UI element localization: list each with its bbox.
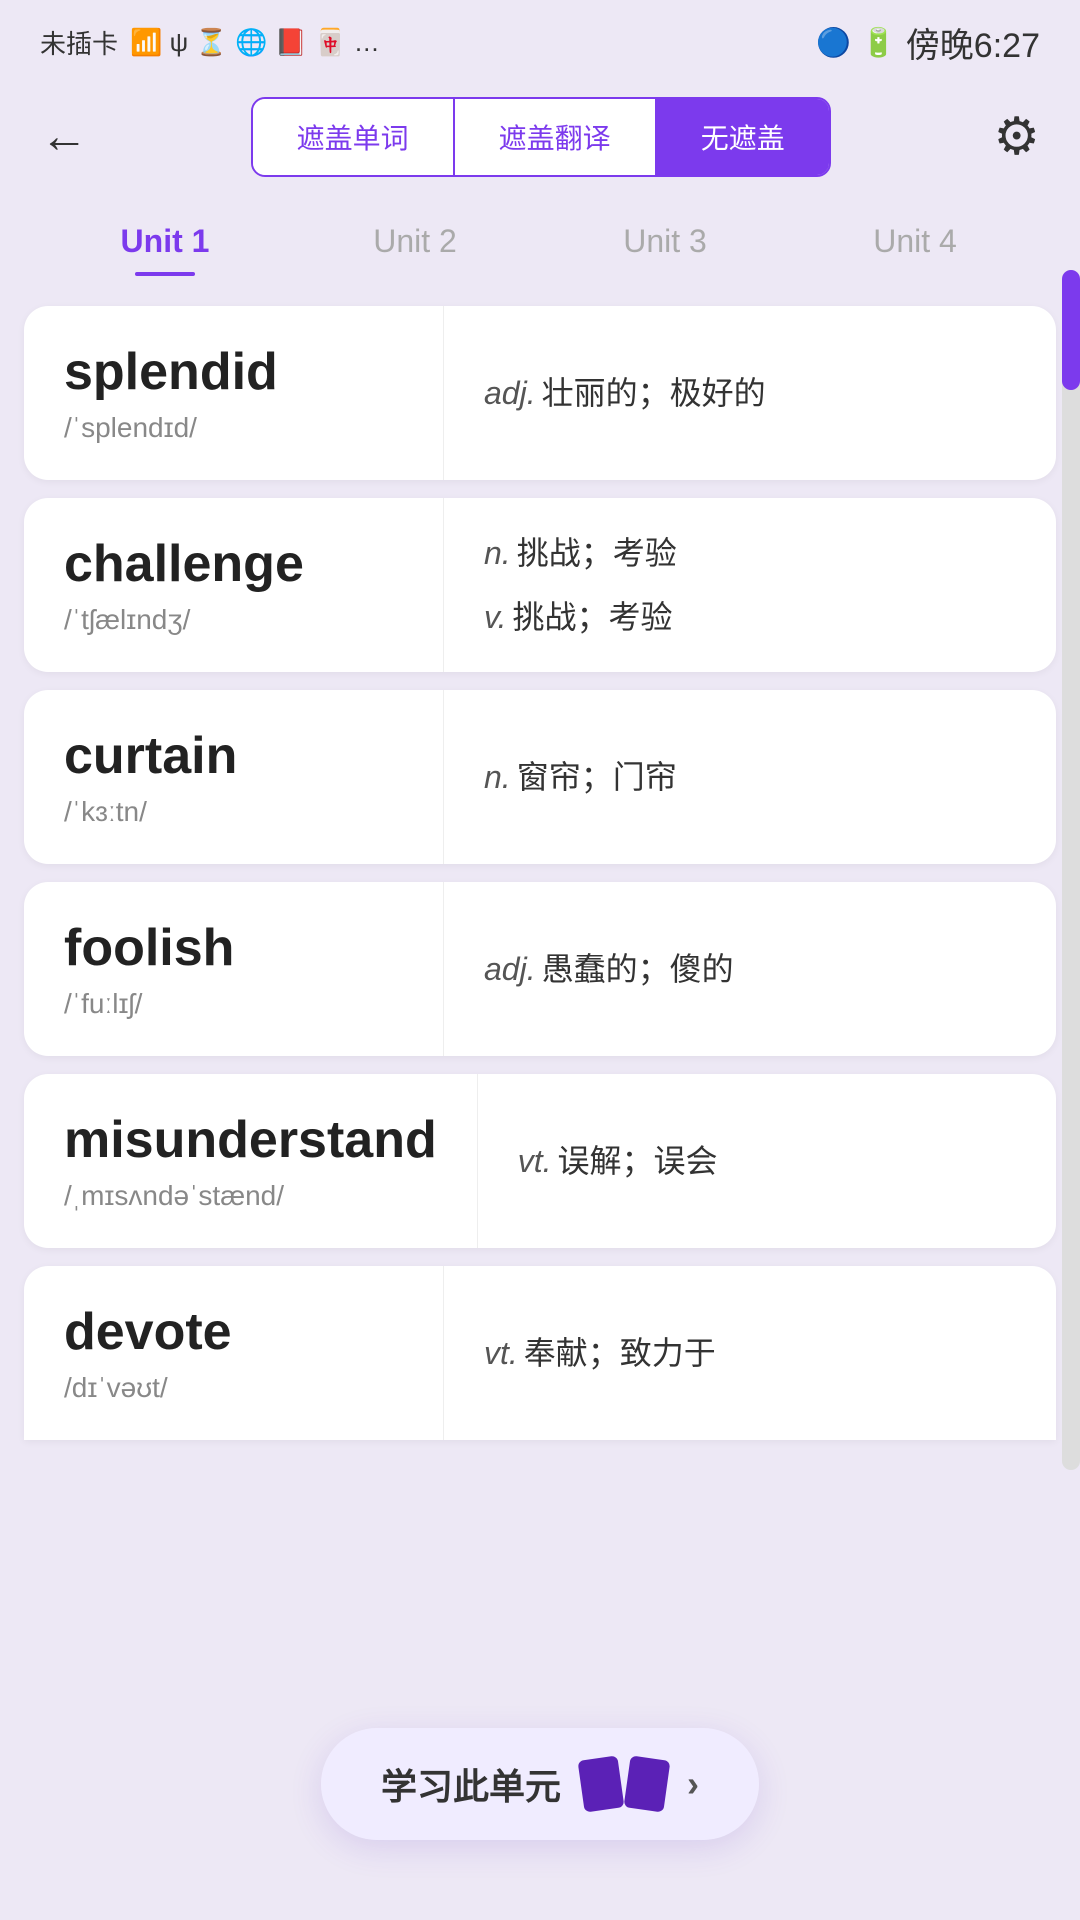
meaning-challenge-0: 挑战；考验 <box>517 535 677 571</box>
scroll-track[interactable] <box>1062 270 1080 1470</box>
back-button[interactable]: ← <box>40 113 88 161</box>
word-phonetic-splendid: /ˈsplendɪd/ <box>64 412 403 444</box>
status-right: 🔵 🔋 傍晚6:27 <box>816 18 1040 67</box>
word-def-challenge-0: n.挑战；考验 <box>484 529 1016 577</box>
study-icon-card-right <box>624 1755 671 1812</box>
scroll-thumb <box>1062 270 1080 390</box>
word-right-challenge: n.挑战；考验 v.挑战；考验 <box>444 498 1056 672</box>
word-text-foolish: foolish <box>64 918 403 978</box>
pos-devote-0: vt. <box>484 1335 518 1371</box>
word-card-curtain: curtain /ˈkɜːtn/ n.窗帘；门帘 <box>24 690 1056 864</box>
word-def-devote-0: vt.奉献；致力于 <box>484 1329 1016 1377</box>
word-left-splendid: splendid /ˈsplendɪd/ <box>24 306 444 480</box>
word-phonetic-misunderstand: /ˌmɪsʌndəˈstænd/ <box>64 1180 437 1212</box>
pos-challenge-1: v. <box>484 599 507 635</box>
word-left-foolish: foolish /ˈfuːlɪʃ/ <box>24 882 444 1056</box>
word-phonetic-curtain: /ˈkɜːtn/ <box>64 796 403 828</box>
meaning-curtain-0: 窗帘；门帘 <box>517 759 677 795</box>
study-unit-label: 学习此单元 <box>381 1758 561 1810</box>
meaning-challenge-1: 挑战；考验 <box>513 599 673 635</box>
word-card-foolish: foolish /ˈfuːlɪʃ/ adj.愚蠢的；傻的 <box>24 882 1056 1056</box>
study-icon-card-left <box>578 1755 625 1812</box>
study-arrow-icon: › <box>687 1763 699 1805</box>
word-right-misunderstand: vt.误解；误会 <box>478 1074 1056 1248</box>
word-card-misunderstand: misunderstand /ˌmɪsʌndəˈstænd/ vt.误解；误会 <box>24 1074 1056 1248</box>
word-right-foolish: adj.愚蠢的；傻的 <box>444 882 1056 1056</box>
top-bar: ← 遮盖单词 遮盖翻译 无遮盖 ⚙ <box>0 77 1080 197</box>
tab-unit3[interactable]: Unit 3 <box>540 207 790 276</box>
status-time: 傍晚6:27 <box>906 18 1040 67</box>
word-right-curtain: n.窗帘；门帘 <box>444 690 1056 864</box>
word-text-misunderstand: misunderstand <box>64 1110 437 1170</box>
study-unit-button[interactable]: 学习此单元 › <box>321 1728 759 1840</box>
word-left-misunderstand: misunderstand /ˌmɪsʌndəˈstænd/ <box>24 1074 478 1248</box>
meaning-splendid-0: 壮丽的；极好的 <box>542 375 766 411</box>
word-card-devote: devote /dɪˈvəʊt/ vt.奉献；致力于 <box>24 1266 1056 1440</box>
tab-unit1[interactable]: Unit 1 <box>40 207 290 276</box>
unit-tabs: Unit 1 Unit 2 Unit 3 Unit 4 <box>0 197 1080 306</box>
status-left: 未插卡 📶 ψ ⏳ 🌐 📕 🀄 … <box>40 24 380 61</box>
study-button-container: 学习此单元 › <box>321 1728 759 1840</box>
settings-button[interactable]: ⚙ <box>993 107 1040 167</box>
tab-unit4[interactable]: Unit 4 <box>790 207 1040 276</box>
status-bar: 未插卡 📶 ψ ⏳ 🌐 📕 🀄 … 🔵 🔋 傍晚6:27 <box>0 0 1080 77</box>
word-phonetic-challenge: /ˈtʃælɪndʒ/ <box>64 604 403 636</box>
cover-word-button[interactable]: 遮盖单词 <box>253 99 455 175</box>
word-def-curtain-0: n.窗帘；门帘 <box>484 753 1016 801</box>
pos-misunderstand-0: vt. <box>518 1143 552 1179</box>
word-left-challenge: challenge /ˈtʃælɪndʒ/ <box>24 498 444 672</box>
word-text-devote: devote <box>64 1302 403 1362</box>
battery-icon: 🔋 <box>861 26 896 59</box>
status-icons: 📶 ψ ⏳ 🌐 📕 🀄 … <box>130 27 380 58</box>
word-left-devote: devote /dɪˈvəʊt/ <box>24 1266 444 1440</box>
meaning-foolish-0: 愚蠢的；傻的 <box>542 951 734 987</box>
cover-translation-button[interactable]: 遮盖翻译 <box>455 99 657 175</box>
word-def-foolish-0: adj.愚蠢的；傻的 <box>484 945 1016 993</box>
word-left-curtain: curtain /ˈkɜːtn/ <box>24 690 444 864</box>
study-icon <box>581 1758 667 1810</box>
no-cover-button[interactable]: 无遮盖 <box>657 99 829 175</box>
meaning-misunderstand-0: 误解；误会 <box>558 1143 718 1179</box>
word-text-curtain: curtain <box>64 726 403 786</box>
word-right-splendid: adj.壮丽的；极好的 <box>444 306 1056 480</box>
word-right-devote: vt.奉献；致力于 <box>444 1266 1056 1440</box>
word-def-challenge-1: v.挑战；考验 <box>484 593 1016 641</box>
pos-splendid-0: adj. <box>484 375 536 411</box>
tab-unit2[interactable]: Unit 2 <box>290 207 540 276</box>
meaning-devote-0: 奉献；致力于 <box>524 1335 716 1371</box>
word-text-splendid: splendid <box>64 342 403 402</box>
pos-foolish-0: adj. <box>484 951 536 987</box>
word-phonetic-devote: /dɪˈvəʊt/ <box>64 1372 403 1404</box>
word-phonetic-foolish: /ˈfuːlɪʃ/ <box>64 988 403 1020</box>
pos-curtain-0: n. <box>484 759 511 795</box>
pos-challenge-0: n. <box>484 535 511 571</box>
word-def-misunderstand-0: vt.误解；误会 <box>518 1137 1016 1185</box>
word-text-challenge: challenge <box>64 534 403 594</box>
carrier-text: 未插卡 <box>40 24 118 61</box>
word-list: splendid /ˈsplendɪd/ adj.壮丽的；极好的 challen… <box>0 306 1080 1660</box>
word-card-challenge: challenge /ˈtʃælɪndʒ/ n.挑战；考验 v.挑战；考验 <box>24 498 1056 672</box>
bluetooth-icon: 🔵 <box>816 26 851 59</box>
word-card-splendid: splendid /ˈsplendɪd/ adj.壮丽的；极好的 <box>24 306 1056 480</box>
filter-group: 遮盖单词 遮盖翻译 无遮盖 <box>251 97 831 177</box>
word-def-splendid-0: adj.壮丽的；极好的 <box>484 369 1016 417</box>
